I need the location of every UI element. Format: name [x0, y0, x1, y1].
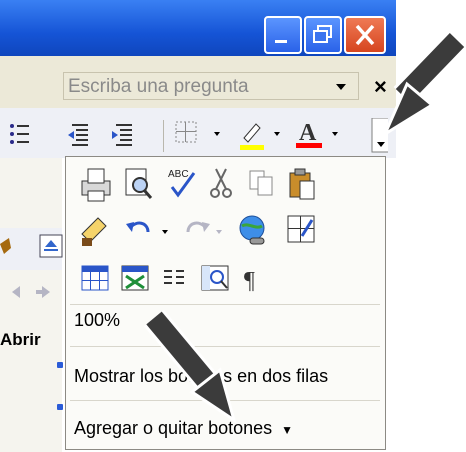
annotation-arrows: [144, 30, 466, 424]
annotation-arrow-icon: [144, 309, 237, 424]
annotation-arrow-icon: [381, 30, 466, 138]
